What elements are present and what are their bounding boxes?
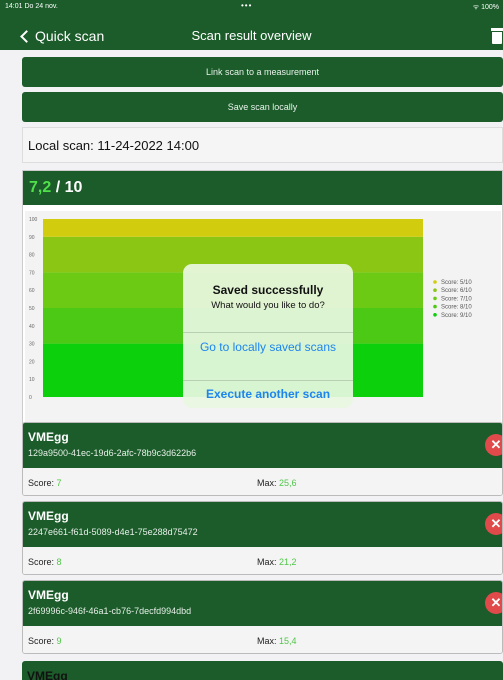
scan-name: VMEgg [28, 588, 69, 602]
dialog-title: Saved successfully [212, 283, 324, 297]
legend-label: Score: 5/10 [441, 280, 472, 286]
max-label: Max: [257, 557, 277, 567]
legend-marker [433, 288, 437, 292]
battery-label: 100% [481, 4, 499, 11]
scan-max: Max: 25,6 [257, 478, 297, 488]
dialog-message: What would you like to do? [211, 300, 325, 311]
legend-label: Score: 9/10 [441, 313, 472, 319]
delete-x-icon[interactable]: ✕ [485, 592, 502, 614]
go-to-saved-scans-button[interactable]: Go to locally saved scans [183, 333, 353, 362]
wifi-icon: ᯤ [472, 4, 482, 11]
scan-header: VMEgg 2247e661-f61d-5089-d4e1-75e288d754… [23, 502, 502, 547]
trash-lid [491, 28, 503, 31]
delete-x-icon[interactable]: ✕ [485, 434, 502, 456]
delete-x-icon[interactable]: ✕ [485, 513, 502, 535]
scan-card[interactable]: VMEgg 2247e661-f61d-5089-d4e1-75e288d754… [22, 501, 503, 575]
score-separator: / [51, 179, 65, 196]
y-tick-label: 90 [29, 235, 35, 241]
scan-max: Max: 15,4 [257, 636, 297, 646]
scan-score: Score: 9 [28, 636, 62, 646]
link-scan-button[interactable]: Link scan to a measurement [22, 57, 503, 87]
y-tick-label: 80 [29, 253, 35, 259]
score-label: Score: [28, 636, 55, 646]
score-value: 9 [56, 636, 62, 646]
score-label: Score: [28, 478, 55, 488]
local-scan-label: Local scan: 11-24-2022 14:00 [22, 127, 503, 163]
chart-band [43, 219, 423, 237]
scan-header: VMEgg 2f69996c-946f-46a1-cb76-7decfd994d… [23, 581, 502, 626]
max-label: Max: [257, 478, 277, 488]
legend-label: Score: 7/10 [441, 296, 472, 302]
scan-max: Max: 21,2 [257, 557, 297, 567]
top-bar: 14:01 Do 24 nov. ••• ᯤ 100% Quick scan S… [0, 0, 503, 50]
save-scan-button[interactable]: Save scan locally [22, 92, 503, 122]
y-tick-label: 100 [29, 217, 38, 223]
status-time: 14:01 Do 24 nov. [5, 3, 58, 10]
scan-header: VMEgg 129a9500-41ec-19d6-2afc-78b9c3d622… [23, 423, 502, 468]
legend-label: Score: 6/10 [441, 288, 472, 294]
trash-icon[interactable] [491, 28, 503, 44]
y-tick-label: 30 [29, 342, 35, 348]
legend-marker [433, 296, 437, 301]
y-tick-label: 70 [29, 270, 35, 276]
y-tick-label: 20 [29, 359, 35, 365]
max-label: Max: [257, 636, 277, 646]
y-tick-label: 60 [29, 288, 35, 294]
y-tick-label: 50 [29, 306, 35, 312]
scan-score: Score: 8 [28, 557, 62, 567]
trash-can [492, 32, 502, 44]
scan-footer: Score: 9 Max: 15,4 [23, 626, 502, 653]
scan-footer: Score: 8 Max: 21,2 [23, 547, 502, 574]
status-dots: ••• [241, 1, 253, 10]
score-header: 7,2 / 10 [23, 171, 502, 205]
y-tick-label: 10 [29, 377, 35, 383]
scan-name: VMEgg [28, 430, 69, 444]
legend-marker [433, 313, 437, 317]
execute-another-scan-button[interactable]: Execute another scan [183, 380, 353, 408]
legend-label: Score: 8/10 [441, 305, 472, 311]
scan-name: VMEgg [28, 509, 69, 523]
max-value: 25,6 [279, 478, 297, 488]
saved-dialog: Saved successfully What would you like t… [183, 264, 353, 408]
y-tick-label: 0 [29, 395, 32, 401]
scan-name: VMEgg [27, 669, 68, 680]
score-value: 7,2 [29, 179, 52, 196]
score-value: 8 [56, 557, 62, 567]
scan-card[interactable]: VMEgg 129a9500-41ec-19d6-2afc-78b9c3d622… [22, 422, 503, 496]
scan-id: 129a9500-41ec-19d6-2afc-78b9c3d622b6 [28, 448, 197, 458]
page-title: Scan result overview [191, 28, 312, 43]
scan-id: 2247e661-f61d-5089-d4e1-75e288d75472 [28, 527, 198, 537]
score-label: Score: [28, 557, 55, 567]
score-max: 10 [64, 179, 83, 196]
scan-score: Score: 7 [28, 478, 62, 488]
legend-marker [433, 280, 437, 284]
scan-card-partial[interactable]: VMEgg [22, 661, 503, 680]
status-battery: ᯤ 100% [473, 3, 499, 12]
scan-card[interactable]: VMEgg 2f69996c-946f-46a1-cb76-7decfd994d… [22, 580, 503, 654]
scan-id: 2f69996c-946f-46a1-cb76-7decfd994dbd [28, 606, 192, 616]
score-value: 7 [56, 478, 62, 488]
legend-marker [433, 304, 437, 309]
y-tick-label: 40 [29, 324, 35, 330]
max-value: 21,2 [279, 557, 297, 567]
max-value: 15,4 [279, 636, 297, 646]
scan-footer: Score: 7 Max: 25,6 [23, 468, 502, 495]
